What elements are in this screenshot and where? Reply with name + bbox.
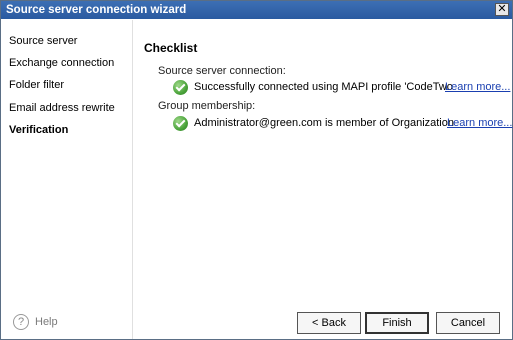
- wizard-window: Source server connection wizard ✕ Source…: [0, 0, 513, 340]
- checklist-item-text: Administrator@green.com is member of Org…: [194, 117, 454, 129]
- help-icon: ?: [13, 314, 29, 330]
- sidebar-item-exchange-connection[interactable]: Exchange connection: [9, 57, 114, 69]
- help-button[interactable]: ? Help: [13, 314, 58, 330]
- page-title: Checklist: [144, 41, 198, 55]
- cancel-button[interactable]: Cancel: [436, 312, 500, 334]
- sidebar-item-email-address-rewrite[interactable]: Email address rewrite: [9, 102, 115, 114]
- success-check-icon: [173, 80, 188, 95]
- success-check-icon: [173, 116, 188, 131]
- close-icon[interactable]: ✕: [495, 3, 509, 16]
- sidebar-item-verification[interactable]: Verification: [9, 124, 68, 136]
- sidebar-item-source-server[interactable]: Source server: [9, 35, 77, 47]
- title-bar: Source server connection wizard ✕: [1, 1, 512, 19]
- main-panel: Checklist Source server connection: Succ…: [133, 20, 512, 339]
- help-label: Help: [35, 315, 58, 328]
- learn-more-link[interactable]: Learn more...: [447, 117, 512, 129]
- sidebar: Source server Exchange connection Folder…: [1, 20, 133, 339]
- checklist-item: Successfully connected using MAPI profil…: [173, 80, 510, 96]
- finish-button[interactable]: Finish: [365, 312, 429, 334]
- back-button[interactable]: < Back: [297, 312, 361, 334]
- section-heading: Group membership:: [158, 100, 256, 112]
- checklist-item-text: Successfully connected using MAPI profil…: [194, 81, 453, 93]
- learn-more-link[interactable]: Learn more...: [445, 81, 510, 93]
- sidebar-item-folder-filter[interactable]: Folder filter: [9, 79, 64, 91]
- section-heading: Source server connection:: [158, 65, 286, 77]
- checklist-item: Administrator@green.com is member of Org…: [173, 116, 512, 132]
- window-title: Source server connection wizard: [6, 4, 187, 16]
